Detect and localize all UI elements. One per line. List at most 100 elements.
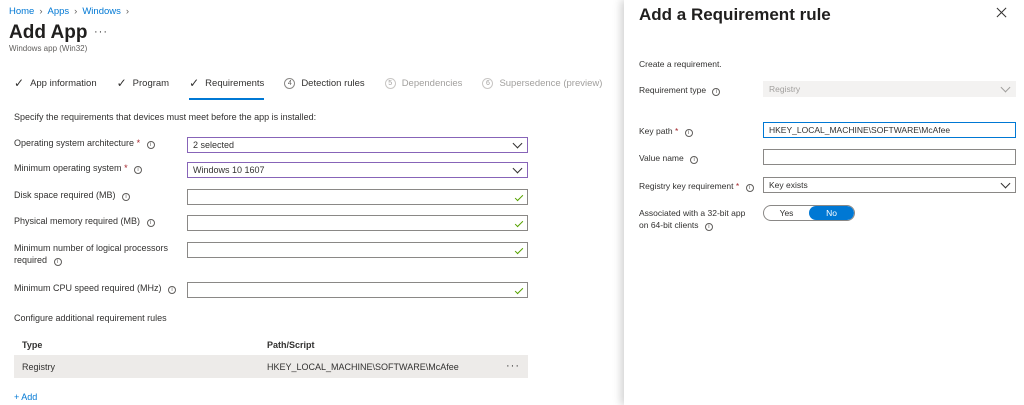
step-supersedence[interactable]: 6 Supersedence (preview)	[482, 78, 602, 100]
select-value: Key exists	[769, 180, 808, 190]
step-label: App information	[30, 78, 97, 89]
info-icon[interactable]: i	[146, 219, 155, 227]
chevron-down-icon	[1000, 178, 1011, 189]
info-icon[interactable]: i	[684, 129, 693, 137]
chevron-down-icon	[512, 163, 523, 174]
info-icon[interactable]: i	[53, 258, 62, 266]
step-label: Dependencies	[401, 78, 463, 89]
info-icon[interactable]: i	[146, 141, 155, 149]
min-os-label: Minimum operating system * i	[14, 162, 187, 174]
checkmark-icon: ✓	[14, 76, 25, 90]
label-text: Value name	[639, 153, 684, 163]
label-text: Operating system architecture	[14, 138, 135, 148]
column-header-type: Type	[22, 339, 43, 350]
select-value: Windows 10 1607	[193, 165, 265, 175]
select-value: 2 selected	[193, 140, 235, 150]
label-text: Minimum CPU speed required (MHz)	[14, 283, 162, 293]
toggle-yes[interactable]: Yes	[764, 206, 809, 220]
info-icon[interactable]: i	[122, 193, 131, 201]
row-more-options-icon[interactable]: ···	[506, 360, 520, 372]
step-number-icon: 5	[384, 78, 396, 89]
breadcrumb: Home › Apps › Windows ›	[9, 6, 134, 17]
additional-rules-title: Configure additional requirement rules	[14, 313, 167, 323]
checkmark-icon: ✓	[189, 76, 200, 90]
cell-type: Registry	[22, 362, 56, 372]
assoc-32bit-label: Associated with a 32-bit app on 64-bit c…	[639, 207, 763, 231]
add-rule-link[interactable]: + Add	[14, 392, 37, 402]
close-icon[interactable]	[995, 6, 1009, 20]
rules-table: Type Path/Script Registry HKEY_LOCAL_MAC…	[14, 334, 528, 378]
page-title: Add App	[9, 22, 88, 43]
step-number-icon: 6	[482, 78, 494, 89]
key-path-input[interactable]: HKEY_LOCAL_MACHINE\SOFTWARE\McAfee	[763, 122, 1016, 138]
disk-space-label: Disk space required (MB) i	[14, 189, 187, 201]
value-name-input[interactable]	[763, 149, 1016, 165]
step-label: Program	[132, 78, 170, 89]
key-requirement-label: Registry key requirement * i	[639, 180, 763, 192]
step-program[interactable]: ✓ Program	[117, 77, 170, 100]
cpu-speed-row: Minimum CPU speed required (MHz) i	[14, 282, 528, 298]
assoc-32bit-toggle[interactable]: Yes No	[763, 205, 855, 221]
step-label: Supersedence (preview)	[499, 78, 603, 89]
label-text: Requirement type	[639, 85, 707, 95]
memory-label: Physical memory required (MB) i	[14, 215, 187, 227]
valid-check-icon	[514, 285, 524, 295]
breadcrumb-windows[interactable]: Windows	[82, 6, 121, 17]
info-icon[interactable]: i	[134, 166, 143, 174]
info-icon[interactable]: i	[690, 156, 699, 164]
label-text: Minimum operating system	[14, 163, 122, 173]
label-text: Disk space required (MB)	[14, 190, 116, 200]
info-icon[interactable]: i	[712, 88, 721, 96]
processors-row: Minimum number of logical processors req…	[14, 242, 528, 266]
processors-input[interactable]	[187, 242, 528, 258]
select-value: Registry	[769, 84, 801, 94]
disk-space-input[interactable]	[187, 189, 528, 205]
processors-label: Minimum number of logical processors req…	[14, 242, 187, 266]
step-requirements[interactable]: ✓ Requirements	[189, 76, 265, 100]
os-architecture-select[interactable]: 2 selected	[187, 137, 528, 153]
table-header: Type Path/Script	[14, 334, 528, 356]
key-requirement-select[interactable]: Key exists	[763, 177, 1016, 193]
valid-check-icon	[514, 218, 524, 228]
breadcrumb-apps[interactable]: Apps	[48, 6, 70, 17]
input-value: HKEY_LOCAL_MACHINE\SOFTWARE\McAfee	[769, 125, 951, 135]
label-text: Associated with a 32-bit app	[639, 208, 746, 218]
disk-space-row: Disk space required (MB) i	[14, 189, 528, 205]
more-options-icon[interactable]: ···	[94, 26, 108, 38]
requirement-type-select: Registry	[763, 81, 1016, 97]
required-mark: *	[124, 163, 128, 173]
info-icon[interactable]: i	[745, 184, 754, 192]
breadcrumb-separator-icon: ›	[74, 6, 78, 17]
main-area: Home › Apps › Windows › Add App ··· Wind…	[0, 0, 624, 405]
step-number-icon: 4	[284, 78, 296, 89]
value-name-label: Value name i	[639, 152, 763, 164]
step-dependencies[interactable]: 5 Dependencies	[384, 78, 463, 100]
cpu-speed-label: Minimum CPU speed required (MHz) i	[14, 282, 187, 294]
cpu-speed-input[interactable]	[187, 282, 528, 298]
label-text: Registry key requirement	[639, 181, 734, 191]
requirement-type-label: Requirement type i	[639, 84, 763, 96]
step-app-information[interactable]: ✓ App information	[14, 76, 97, 100]
chevron-down-icon	[512, 138, 523, 149]
panel-intro: Create a requirement.	[639, 59, 722, 69]
label-text: required	[14, 255, 48, 265]
column-header-path: Path/Script	[267, 339, 315, 350]
min-os-select[interactable]: Windows 10 1607	[187, 162, 528, 178]
info-icon[interactable]: i	[704, 223, 713, 231]
info-icon[interactable]: i	[168, 286, 177, 294]
step-detection-rules[interactable]: 4 Detection rules	[284, 78, 365, 100]
required-mark: *	[136, 138, 141, 148]
label-text: Minimum number of logical processors	[14, 243, 169, 253]
label-text: Key path	[639, 126, 673, 136]
valid-check-icon	[514, 192, 524, 202]
os-architecture-row: Operating system architecture * i 2 sele…	[14, 137, 528, 153]
toggle-no[interactable]: No	[809, 206, 854, 220]
breadcrumb-home[interactable]: Home	[9, 6, 34, 17]
required-mark: *	[674, 126, 679, 136]
table-row[interactable]: Registry HKEY_LOCAL_MACHINE\SOFTWARE\McA…	[14, 356, 528, 378]
panel-title: Add a Requirement rule	[639, 5, 831, 24]
os-architecture-label: Operating system architecture * i	[14, 137, 187, 149]
step-label: Detection rules	[301, 78, 365, 89]
breadcrumb-separator-icon: ›	[39, 6, 43, 17]
memory-input[interactable]	[187, 215, 528, 231]
